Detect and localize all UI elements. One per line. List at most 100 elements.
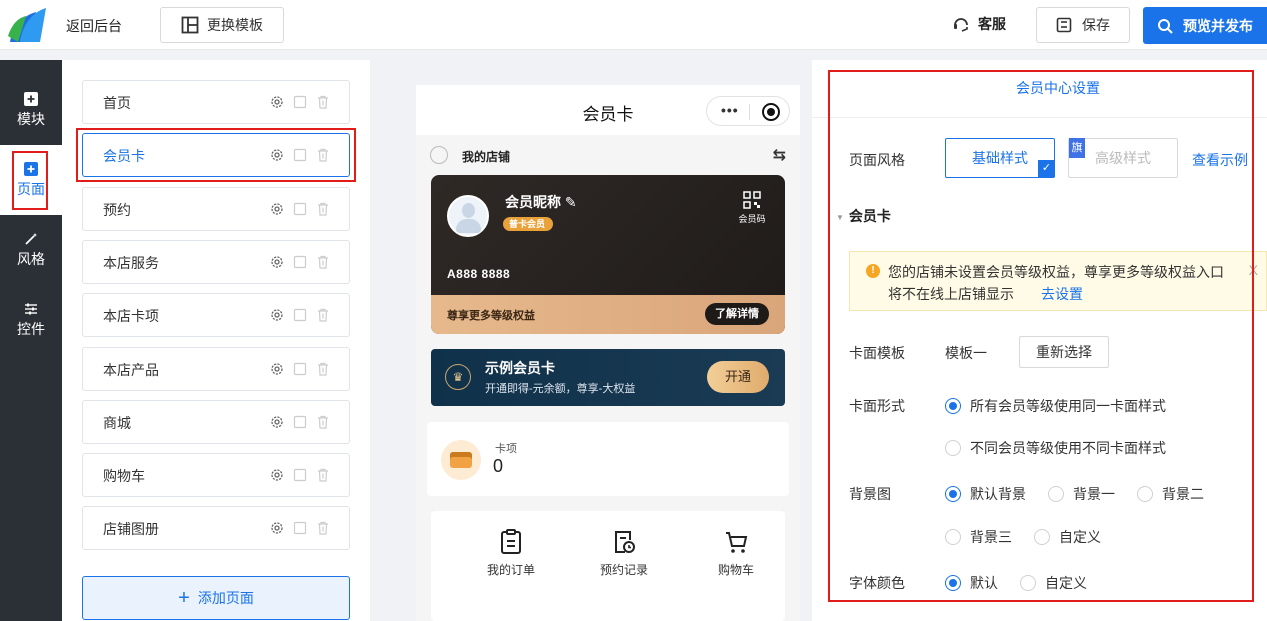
- radio-same-card-style[interactable]: 所有会员等级使用同一卡面样式: [945, 396, 1166, 416]
- radio-bg-custom-label: 自定义: [1059, 529, 1101, 545]
- radio-font-custom[interactable]: 自定义: [1020, 573, 1087, 593]
- change-template-button[interactable]: 更换模板: [160, 7, 284, 43]
- radio-different-card-style[interactable]: 不同会员等级使用不同卡面样式: [945, 438, 1166, 458]
- collapse-arrow-icon: ▼: [836, 212, 844, 222]
- page-list-item[interactable]: 本店卡项: [82, 293, 350, 338]
- member-card-section-title: 会员卡: [848, 208, 891, 224]
- radio-bg-two-label: 背景二: [1162, 486, 1204, 502]
- page-list-item[interactable]: 预约: [82, 186, 350, 231]
- view-example-link[interactable]: 查看示例: [1192, 150, 1248, 170]
- notice-line-1: 您的店铺未设置会员等级权益，尊享更多等级权益入口: [888, 264, 1224, 280]
- radio-bg-two[interactable]: 背景二: [1137, 484, 1204, 504]
- page-item-label: 本店服务: [103, 254, 159, 271]
- member-nickname: 会员昵称 ✎: [505, 194, 577, 210]
- page-list-item[interactable]: 店铺图册: [82, 506, 350, 551]
- trash-icon[interactable]: [315, 201, 331, 217]
- trash-icon[interactable]: [315, 414, 331, 430]
- page-list-item[interactable]: 购物车: [82, 453, 350, 498]
- trash-icon[interactable]: [315, 254, 331, 270]
- trash-icon[interactable]: [315, 307, 331, 323]
- quick-my-orders[interactable]: 我的订单: [471, 529, 551, 578]
- nav-item-style[interactable]: 风格: [0, 215, 62, 285]
- radio-font-default-label: 默认: [970, 575, 998, 591]
- more-dots-icon: •••: [721, 102, 739, 118]
- page-list-item[interactable]: 商城: [82, 399, 350, 444]
- trash-icon[interactable]: [315, 467, 331, 483]
- radio-bg-default[interactable]: 默认背景: [945, 484, 1026, 504]
- preview-publish-button[interactable]: 预览并发布: [1143, 7, 1267, 44]
- nav-label-modules: 模块: [17, 110, 45, 127]
- quick-cart[interactable]: 购物车: [696, 529, 776, 578]
- radio-bg-custom[interactable]: 自定义: [1034, 527, 1101, 547]
- copy-icon[interactable]: [292, 520, 308, 536]
- calendar-clock-icon: [615, 531, 635, 553]
- learn-more-button[interactable]: 了解详情: [705, 303, 769, 325]
- add-page-label: 添加页面: [197, 590, 254, 606]
- my-store-row[interactable]: 我的店铺 ⇆: [430, 145, 786, 167]
- highlight-box-pages-nav: [12, 151, 48, 210]
- go-settings-link[interactable]: 去设置: [1041, 284, 1083, 304]
- page-list-item[interactable]: 本店产品: [82, 346, 350, 391]
- page-item-actions: [269, 467, 331, 483]
- gear-icon[interactable]: [269, 467, 285, 483]
- copy-icon[interactable]: [292, 361, 308, 377]
- copy-icon[interactable]: [292, 254, 308, 270]
- add-page-button[interactable]: + 添加页面: [82, 576, 350, 620]
- gear-icon[interactable]: [269, 254, 285, 270]
- trash-icon[interactable]: [315, 361, 331, 377]
- radio-font-default[interactable]: 默认: [945, 573, 998, 593]
- close-notice-icon[interactable]: X: [1249, 262, 1258, 278]
- gear-icon[interactable]: [269, 94, 285, 110]
- benefit-bar: 尊享更多等级权益 了解详情: [431, 295, 785, 334]
- member-code[interactable]: 会员码: [735, 191, 769, 225]
- search-icon: [1158, 18, 1173, 34]
- radio-bg-three[interactable]: 背景三: [945, 527, 1012, 547]
- radio-bg-one-label: 背景一: [1073, 486, 1115, 502]
- quick-booking-records[interactable]: 预约记录: [584, 529, 664, 578]
- save-button[interactable]: 保存: [1036, 7, 1130, 43]
- page-list-item[interactable]: 首页: [82, 80, 350, 124]
- close-circle-icon: [762, 103, 780, 121]
- gear-icon[interactable]: [269, 361, 285, 377]
- radio-bg-default-label: 默认背景: [970, 486, 1026, 502]
- trash-icon[interactable]: [315, 94, 331, 110]
- left-navigation: 模块 页面 风格 控件: [0, 60, 62, 621]
- gear-icon[interactable]: [269, 520, 285, 536]
- page-list-item[interactable]: 本店服务: [82, 239, 350, 284]
- open-card-button[interactable]: 开通: [707, 361, 769, 393]
- switch-store-icon[interactable]: ⇆: [773, 145, 786, 165]
- copy-icon[interactable]: [292, 467, 308, 483]
- miniapp-capsule[interactable]: •••: [706, 96, 790, 126]
- copy-icon[interactable]: [292, 307, 308, 323]
- radio-bg-one[interactable]: 背景一: [1048, 484, 1115, 504]
- gear-icon[interactable]: [269, 307, 285, 323]
- reselect-template-button[interactable]: 重新选择: [1019, 336, 1109, 368]
- card-items-value: 0: [493, 456, 504, 476]
- layout-icon: [181, 16, 199, 34]
- back-to-admin-link[interactable]: 返回后台: [66, 16, 122, 36]
- nav-label-style: 风格: [17, 250, 45, 267]
- copy-icon[interactable]: [292, 414, 308, 430]
- card-number: A888 8888: [447, 267, 511, 281]
- qr-code-icon: [743, 191, 761, 209]
- radio-font-custom-label: 自定义: [1045, 575, 1087, 591]
- edit-pencil-icon[interactable]: ✎: [565, 194, 577, 210]
- card-items-count[interactable]: 卡项 0: [427, 422, 789, 496]
- member-code-label: 会员码: [738, 214, 766, 224]
- shopping-cart-icon: [726, 532, 748, 553]
- nav-item-modules[interactable]: 模块: [0, 75, 62, 145]
- copy-icon[interactable]: [292, 94, 308, 110]
- highlight-box-member-card-page: [76, 128, 356, 182]
- gear-icon[interactable]: [269, 414, 285, 430]
- copy-icon[interactable]: [292, 201, 308, 217]
- page-item-actions: [269, 254, 331, 270]
- member-card-section-header[interactable]: ▼ 会员卡: [836, 206, 891, 226]
- trash-icon[interactable]: [315, 520, 331, 536]
- page-item-actions: [269, 94, 331, 110]
- customer-service-button[interactable]: 客服: [952, 14, 1006, 34]
- page-item-label: 首页: [103, 95, 131, 111]
- nav-item-controls[interactable]: 控件: [0, 285, 62, 355]
- gear-icon[interactable]: [269, 201, 285, 217]
- radio-different-card-style-label: 不同会员等级使用不同卡面样式: [970, 440, 1166, 456]
- benefit-text: 尊享更多等级权益: [447, 310, 535, 322]
